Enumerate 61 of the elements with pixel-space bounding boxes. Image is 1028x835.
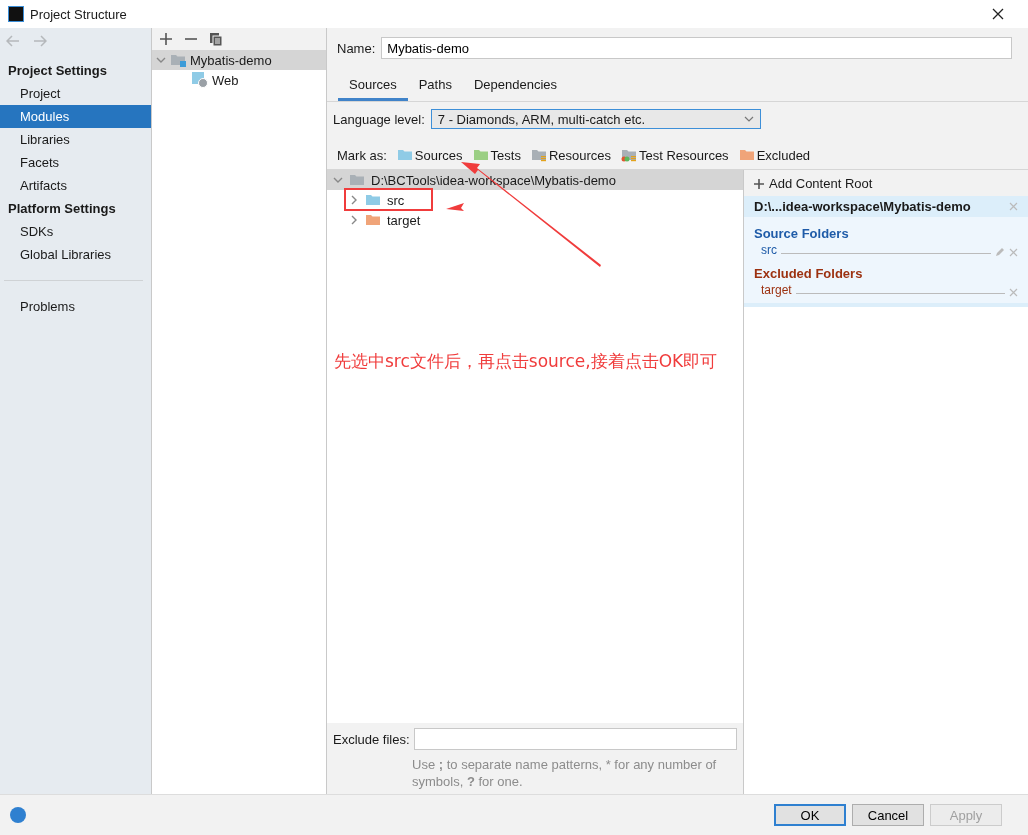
- sidebar-item[interactable]: Libraries: [0, 128, 151, 151]
- sidebar-item[interactable]: Modules: [0, 105, 151, 128]
- section-heading: Platform Settings: [7, 200, 117, 218]
- back-arrow-icon: [6, 35, 20, 47]
- plus-icon: [160, 33, 172, 45]
- mark-button[interactable]: Test Resources: [621, 147, 729, 163]
- close-icon: [1009, 248, 1018, 257]
- close-icon: [1009, 202, 1018, 211]
- close-icon: [1009, 288, 1018, 297]
- folder-icon: [738, 147, 755, 163]
- folder-icon: [170, 52, 186, 68]
- language-level-dropdown[interactable]: 7 - Diamonds, ARM, multi-catch etc.: [430, 109, 761, 129]
- section-heading: Project Settings: [7, 62, 108, 80]
- tree-item[interactable]: Web: [152, 70, 326, 90]
- annotation-text: 先选中src文件后，再点击source,接着点击OK即可: [333, 350, 719, 373]
- close-icon: [992, 8, 1004, 20]
- sidebar-item[interactable]: Artifacts: [0, 174, 151, 197]
- mark-button[interactable]: Tests: [472, 147, 521, 163]
- mark-button[interactable]: Sources: [396, 147, 463, 163]
- field-label: Exclude files:: [333, 731, 410, 747]
- folder-icon: [530, 147, 547, 163]
- dialog-button[interactable]: OK: [774, 804, 846, 826]
- help-icon[interactable]: [10, 807, 26, 823]
- folder-path: src: [761, 243, 777, 257]
- window-title: Project Structure: [30, 6, 127, 22]
- add-content-root-button[interactable]: Add Content Root: [744, 170, 1028, 196]
- chevron-down-icon: [743, 116, 754, 122]
- tab[interactable]: Dependencies: [462, 73, 569, 101]
- tab[interactable]: Paths: [407, 73, 463, 101]
- exclude-files-field[interactable]: [413, 728, 737, 750]
- name-field[interactable]: Mybatis-demo: [381, 37, 1012, 59]
- field-label: Mark as:: [337, 147, 387, 163]
- sidebar-item[interactable]: Facets: [0, 151, 151, 174]
- sidebar-item[interactable]: Global Libraries: [0, 243, 151, 266]
- copy-icon: [210, 32, 222, 46]
- group-heading: Excluded Folders: [753, 265, 864, 283]
- sidebar-item[interactable]: Problems: [0, 295, 151, 318]
- plus-icon: [754, 178, 764, 189]
- tree-item[interactable]: Mybatis-demo: [152, 50, 326, 70]
- sidebar-item[interactable]: SDKs: [0, 220, 151, 243]
- folder-path: target: [761, 283, 792, 297]
- mark-button[interactable]: Excluded: [738, 147, 811, 163]
- folder-icon: [621, 147, 638, 163]
- tree-item[interactable]: target: [327, 210, 743, 230]
- sidebar-item[interactable]: Project: [0, 82, 151, 105]
- web-folder-icon: [192, 72, 208, 88]
- folder-icon: [349, 172, 365, 188]
- group-heading: Source Folders: [753, 225, 850, 243]
- folder-icon: [365, 212, 381, 228]
- field-label: Name:: [337, 40, 376, 56]
- folder-icon: [365, 192, 381, 208]
- app-logo-icon: [8, 6, 24, 22]
- dialog-button[interactable]: Cancel: [852, 804, 924, 826]
- content-root-path: D:\...idea-workspace\Mybatis-demo: [754, 199, 971, 214]
- hint-text: Use ; to separate name patterns, * for any number of symbols, ? for one.: [412, 756, 718, 790]
- field-label: Language level:: [333, 111, 425, 127]
- tree-item[interactable]: src: [327, 190, 743, 210]
- forward-arrow-icon: [33, 35, 47, 47]
- tab[interactable]: Sources: [338, 73, 408, 101]
- mark-button[interactable]: Resources: [530, 147, 612, 163]
- folder-icon: [396, 147, 413, 163]
